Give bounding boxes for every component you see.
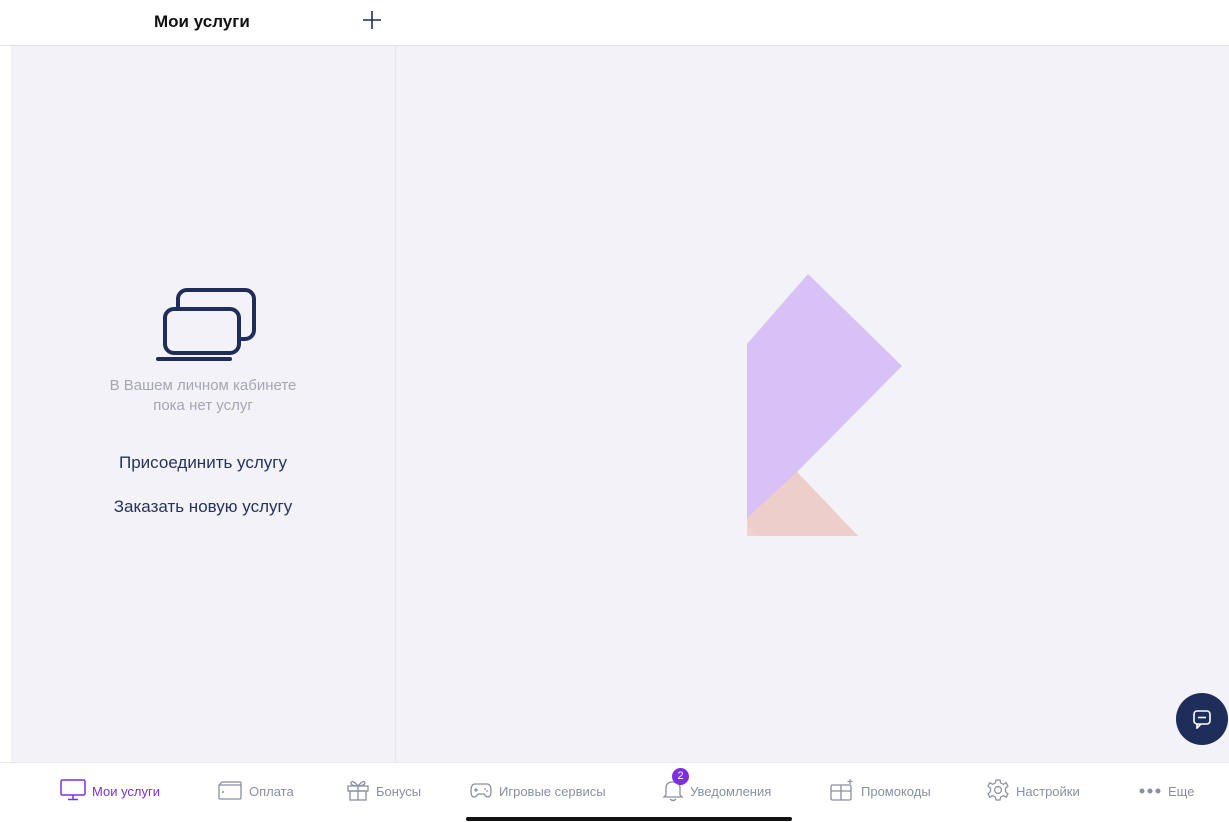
tab-label: Игровые сервисы	[499, 783, 606, 799]
attach-service-link[interactable]: Присоединить услугу	[11, 453, 395, 473]
wallet-icon	[217, 779, 249, 804]
chat-button[interactable]	[1176, 693, 1228, 745]
page-title: Мои услуги	[154, 12, 250, 31]
home-indicator	[466, 817, 792, 821]
tab-bonuses[interactable]: Бонусы	[346, 777, 421, 805]
tab-payment[interactable]: Оплата	[217, 777, 294, 805]
tab-label: Еще	[1168, 783, 1195, 799]
more-dots-icon	[1138, 784, 1168, 799]
tab-settings[interactable]: Настройки	[986, 777, 1080, 805]
notification-badge: 2	[672, 768, 689, 785]
tab-label: Оплата	[249, 783, 294, 799]
devices-icon	[156, 287, 258, 363]
tab-label: Промокоды	[861, 783, 931, 799]
tab-more[interactable]: Еще	[1138, 777, 1194, 805]
monitor-icon	[60, 778, 92, 805]
top-header: Мои услуги	[0, 0, 1229, 46]
promo-gift-icon	[829, 778, 861, 805]
tab-promocodes[interactable]: Промокоды	[829, 777, 931, 805]
empty-message-line-1: В Вашем личном кабинете	[109, 377, 297, 394]
tab-label: Бонусы	[376, 783, 422, 799]
gift-icon	[346, 778, 376, 805]
tab-game-services[interactable]: Игровые сервисы	[469, 777, 606, 805]
bottom-tab-bar: Мои услуги Оплата Бонусы Игровые сервисы…	[0, 762, 1229, 822]
tab-label: Настройки	[1016, 783, 1080, 799]
empty-state-message: В Вашем личном кабинете пока нет услуг	[11, 376, 395, 416]
tab-label: Уведомления	[690, 783, 772, 799]
gamepad-icon	[469, 779, 499, 804]
tab-label: Мои услуги	[92, 783, 161, 799]
brand-logo	[745, 274, 905, 538]
gear-icon	[986, 778, 1016, 805]
plus-icon[interactable]	[360, 8, 384, 32]
empty-message-line-2: пока нет услуг	[153, 397, 253, 414]
order-service-link[interactable]: Заказать новую услугу	[11, 497, 395, 517]
tab-my-services[interactable]: Мои услуги	[60, 777, 160, 805]
